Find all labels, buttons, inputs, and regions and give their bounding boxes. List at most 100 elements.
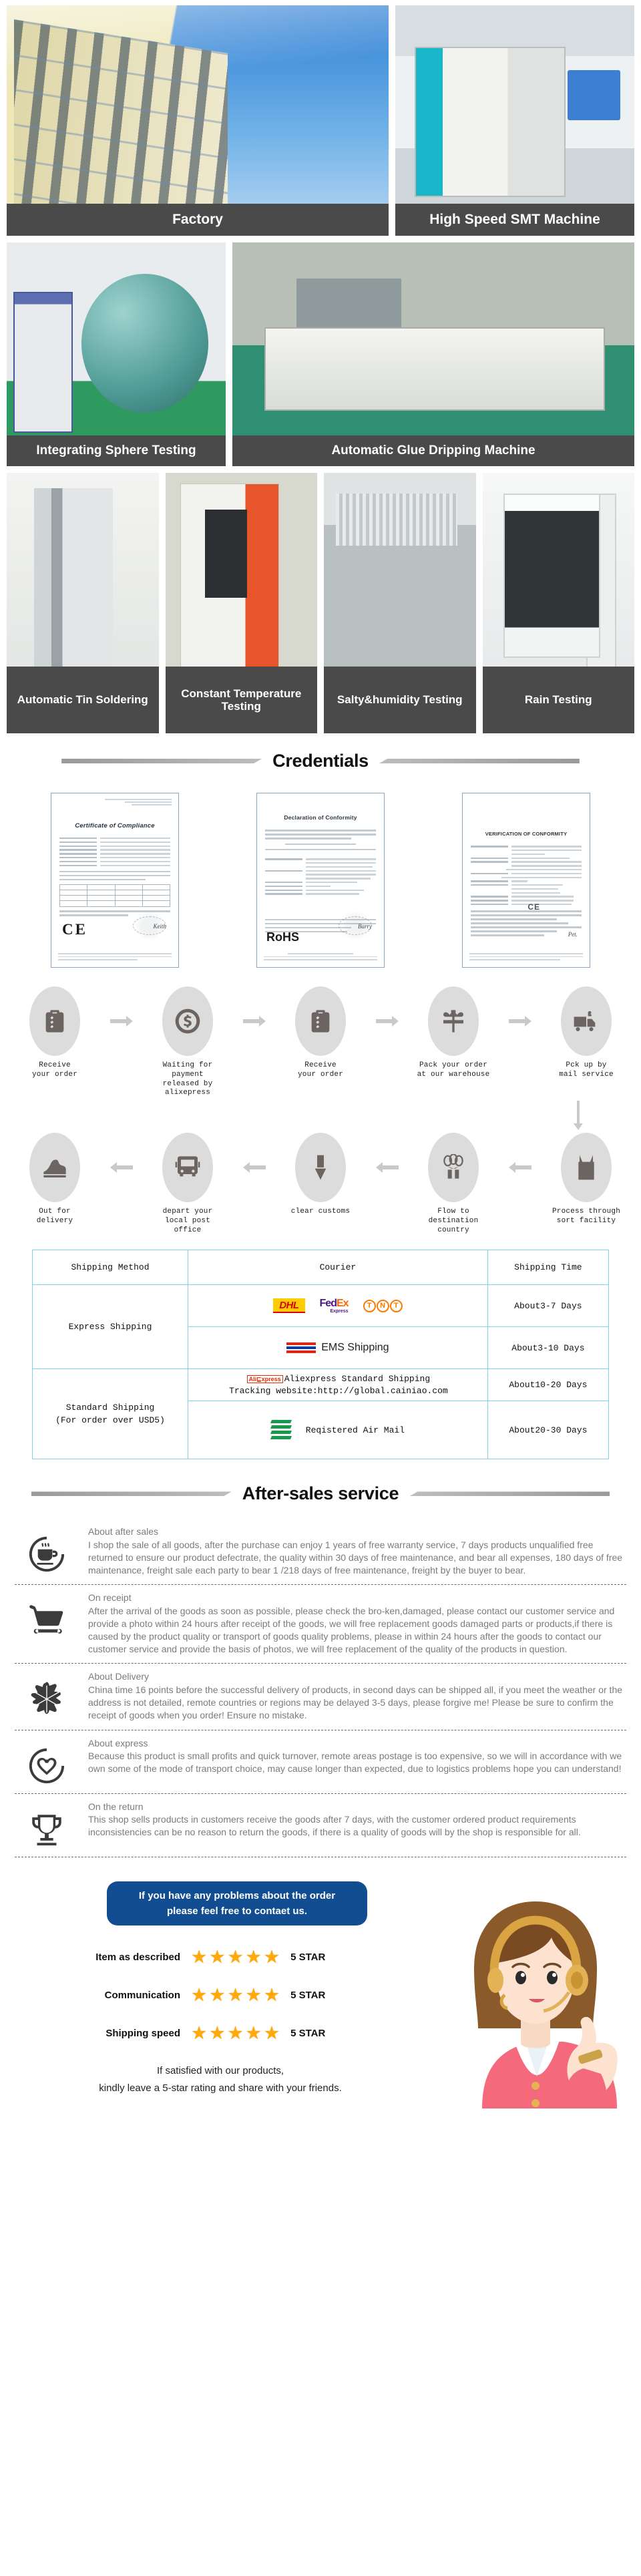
cert-header-lines	[105, 799, 172, 807]
facility-caption: Constant Temperature Testing	[165, 667, 317, 733]
col-header-method: Shipping Method	[32, 1250, 188, 1286]
after-sales-title: About Delivery	[88, 1671, 150, 1682]
flow-step-label: depart your local post office	[162, 1208, 213, 1234]
flow-step-depart-post-office: depart your local post office	[150, 1133, 225, 1235]
col-header-courier: Courier	[188, 1250, 488, 1286]
after-sales-title: About after sales	[88, 1526, 159, 1537]
shipping-method-express: Express Shipping	[32, 1284, 188, 1370]
order-flow-row-top: Receive your order Waiting for payment r…	[17, 986, 624, 1098]
ems-logo-icon	[286, 1342, 316, 1354]
after-sales-title: On receipt	[88, 1592, 132, 1604]
balloon-gift-icon	[428, 1133, 479, 1202]
flow-arrow-right-icon	[241, 986, 268, 1027]
ratings-list: Item as described ★ ★ ★ ★ ★ 5 STAR Communica…	[80, 1948, 387, 2042]
flow-step-label: Out for delivery	[36, 1208, 73, 1225]
credentials-gallery: Certificate of Compliance CE Keith Decla…	[0, 783, 641, 974]
shopping-bag-icon	[561, 1133, 612, 1202]
facility-tile-smt: High Speed SMT Machine	[395, 5, 634, 236]
flow-step-receive-order-2: Receive your order	[283, 986, 358, 1080]
facility-caption: Rain Testing	[482, 667, 634, 733]
flow-step-pack-order: Pack your order at our warehouse	[416, 986, 491, 1080]
flow-arrow-left-icon	[108, 1133, 135, 1173]
shipping-time-express: About3-7 Days	[487, 1284, 610, 1328]
after-sales-item-return: 1 On the return This shop sells products…	[15, 1794, 626, 1857]
contact-line-2: please feel free to contaet us.	[166, 1905, 308, 1917]
shipping-method-standard: Standard Shipping (For order over USD5)	[32, 1368, 188, 1460]
facility-caption: Automatic Glue Dripping Machine	[232, 435, 634, 466]
facility-tile-salt-humidity: Salty&humidity Testing	[324, 473, 476, 733]
certificate-conformity: Declaration of Conformity RoHS Barry	[256, 793, 385, 968]
flow-step-out-for-delivery: Out for delivery	[17, 1133, 92, 1226]
rating-row-shipping-speed: Shipping speed ★ ★ ★ ★ ★ 5 STAR	[80, 2024, 387, 2042]
cert-footer-lines	[469, 953, 583, 962]
rating-row-communication: Communication ★ ★ ★ ★ ★ 5 STAR	[80, 1986, 387, 2004]
table-row: Express Shipping DHL FedEx Express TNT Ab…	[32, 1284, 610, 1370]
credentials-heading: Credentials	[0, 751, 641, 771]
flow-arrow-right-icon	[108, 986, 135, 1027]
glue-dripping-machine-photo	[232, 242, 634, 466]
facility-row-1: Factory High Speed SMT Machine	[7, 5, 634, 236]
smt-machine-photo	[395, 5, 634, 236]
certificate-title: VERIFICATION OF CONFORMITY	[485, 831, 568, 837]
cert-paragraph	[59, 870, 170, 881]
after-sales-item-about: About after sales I shop the sale of all…	[15, 1519, 626, 1586]
flow-step-label: clear customs	[290, 1208, 351, 1216]
customer-service-agent-illustration	[474, 1901, 618, 2109]
cert-footer-lines	[58, 953, 172, 962]
cert-field-rows	[471, 846, 582, 906]
rating-label: Shipping speed	[105, 2028, 180, 2040]
flow-step-pickup-mail: Pck up by mail service	[549, 986, 624, 1080]
integrating-sphere-photo	[7, 242, 226, 466]
aliexpress-logo-icon: Ali⊑xpress	[246, 1375, 283, 1384]
shipping-time-standard: About10-20 Days	[487, 1368, 610, 1402]
thanks-line-1: If satisfied with our products,	[156, 2065, 284, 2077]
flow-arrow-down-icon	[17, 1098, 624, 1133]
flow-step-label: Flow to destination country	[428, 1208, 479, 1234]
contact-us-banner[interactable]: If you have any problems about the order…	[107, 1881, 367, 1926]
shipping-time-ems: About3-10 Days	[487, 1326, 610, 1370]
rating-value: 5 STAR	[290, 1952, 326, 1964]
section-title: After-sales service	[242, 1483, 399, 1504]
ce-mark-icon: CE	[62, 921, 87, 938]
table-row: Standard Shipping (For order over USD5) …	[32, 1368, 610, 1460]
heading-rule-left	[61, 759, 262, 763]
cert-field-rows	[59, 838, 170, 866]
shipping-time-airmail: About20-30 Days	[487, 1401, 610, 1460]
certificate-compliance: Certificate of Compliance CE Keith	[51, 793, 179, 968]
after-sales-text: This shop sells products in customers re…	[88, 1814, 581, 1838]
flow-step-receive-order: Receive your order	[17, 986, 92, 1080]
shopping-cart-icon	[15, 1592, 79, 1640]
rating-label: Item as described	[95, 1952, 180, 1964]
flow-step-label: Pack your order at our warehouse	[417, 1061, 490, 1079]
after-sales-text: China time 16 points before the successf…	[88, 1684, 623, 1720]
star-rating-icon: ★ ★ ★ ★ ★	[191, 2023, 280, 2044]
facility-tile-factory: Factory	[7, 5, 389, 236]
courier-ems: EMS Shipping	[188, 1326, 488, 1370]
china-post-logo-icon	[270, 1419, 292, 1441]
heading-rule-right	[379, 759, 580, 763]
cert-signature-icon: Barry	[358, 922, 372, 930]
ems-label: EMS Shipping	[321, 1342, 389, 1354]
cert-footer-lines	[264, 953, 377, 962]
shipping-table-section: Shipping Method Courier Shipping Time Ex…	[0, 1239, 641, 1466]
col-header-time: Shipping Time	[487, 1250, 610, 1286]
thanks-message: If satisfied with our products, kindly l…	[13, 2062, 427, 2096]
facility-tile-temperature: Constant Temperature Testing	[165, 473, 317, 733]
thanks-line-2: kindly leave a 5-star rating and share w…	[99, 2082, 342, 2094]
facility-row-2: Integrating Sphere Testing Automatic Glu…	[7, 242, 634, 466]
flow-arrow-left-icon	[507, 1133, 533, 1173]
clipboard-icon	[29, 986, 80, 1056]
rating-label: Communication	[104, 1990, 180, 2002]
tnt-logo-icon: TNT	[363, 1299, 403, 1312]
flow-step-label: Waiting for payment released by alixepre…	[162, 1061, 213, 1097]
cert-signature-icon: Pet.	[568, 930, 578, 938]
ce-mark-icon: CE	[527, 902, 540, 912]
gift-box-icon	[428, 986, 479, 1056]
facility-tile-sphere: Integrating Sphere Testing	[7, 242, 226, 466]
flow-step-sort-facility: Process through sort facility	[549, 1133, 624, 1226]
trophy-icon: 1	[15, 1801, 79, 1849]
heart-icon	[15, 1737, 79, 1785]
flow-step-label: Receive your order	[31, 1061, 77, 1079]
facility-caption: Factory	[7, 204, 389, 236]
fedex-logo-icon: FedEx Express	[319, 1297, 349, 1314]
